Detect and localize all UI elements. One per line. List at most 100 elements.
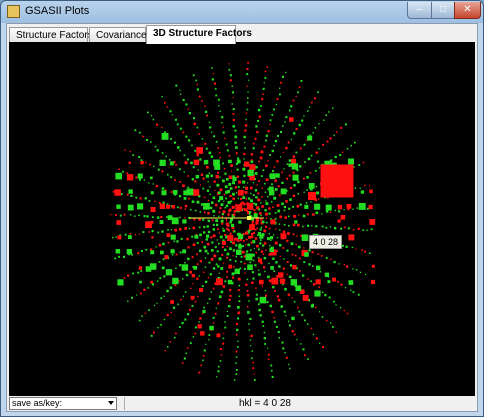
reflection-point — [292, 99, 295, 102]
reflection-point — [253, 247, 255, 250]
reflection-point — [293, 300, 296, 303]
save-as-key-combo[interactable]: save as/key: — [9, 397, 117, 410]
tab-covariance[interactable]: Covariance — [89, 27, 147, 43]
reflection-point — [152, 183, 154, 185]
reflection-point — [319, 271, 322, 273]
reflection-point — [257, 108, 261, 112]
reflection-point — [289, 117, 294, 122]
reflection-point — [222, 210, 226, 214]
reflection-point — [235, 350, 238, 353]
reflection-point — [199, 317, 202, 320]
reflection-point — [191, 235, 194, 238]
reflection-point — [224, 326, 227, 329]
reflection-point — [176, 240, 179, 243]
reflection-point — [194, 234, 199, 239]
reflection-point — [181, 264, 189, 271]
reflection-point — [269, 154, 271, 156]
reflection-point — [207, 302, 209, 304]
reflection-point — [300, 80, 303, 82]
reflection-point — [245, 238, 248, 241]
reflection-point — [238, 234, 244, 240]
reflection-point — [284, 121, 286, 123]
reflection-point — [243, 174, 246, 177]
reflection-point — [232, 229, 235, 232]
reflection-point — [250, 357, 253, 360]
reflection-point — [175, 163, 177, 166]
reflection-point — [128, 161, 131, 164]
reflection-point — [311, 101, 313, 104]
reflection-point — [219, 235, 223, 239]
reflection-point — [264, 289, 266, 292]
tab-3d-structure-factors[interactable]: 3D Structure Factors — [146, 25, 252, 44]
reflection-point — [228, 68, 231, 71]
reflection-point — [231, 272, 235, 276]
reflection-point — [290, 279, 297, 286]
reflection-point — [258, 273, 261, 276]
reflection-point — [212, 322, 215, 324]
app-icon — [7, 5, 20, 18]
reflection-point — [249, 317, 252, 320]
reflection-point — [260, 239, 262, 241]
reflection-point — [222, 179, 225, 183]
reflection-point — [279, 87, 281, 89]
reflection-point — [275, 228, 277, 230]
reflection-point — [335, 331, 337, 334]
reflection-point — [245, 186, 249, 190]
reflection-point — [254, 172, 258, 175]
reflection-point — [307, 358, 309, 361]
reflection-point — [274, 188, 278, 191]
reflection-point — [260, 105, 262, 107]
reflection-point — [315, 185, 318, 188]
reflection-point — [146, 215, 149, 218]
reflection-point — [288, 163, 292, 167]
maximize-button[interactable]: □ — [431, 2, 455, 19]
title-bar[interactable]: GSASII Plots – □ ✕ — [1, 1, 483, 23]
reflection-point — [255, 251, 258, 254]
reflection-point — [216, 183, 220, 187]
reflection-point — [164, 255, 169, 260]
reflection-point — [166, 204, 171, 209]
hkl-tooltip: 4 0 28 — [309, 235, 343, 249]
reflection-point — [188, 112, 191, 115]
reflection-point — [191, 304, 194, 307]
reflection-point — [212, 234, 216, 238]
reflection-point — [218, 257, 222, 261]
tab-structure-factors[interactable]: Structure Factors — [9, 27, 93, 43]
reflection-point — [202, 355, 205, 357]
reflection-point — [314, 169, 317, 172]
reflection-point — [287, 232, 290, 235]
reflection-point — [219, 188, 223, 192]
reflection-point — [218, 215, 220, 217]
reflection-point — [227, 200, 231, 205]
3d-structure-factor-plot[interactable]: 4 0 28 — [9, 42, 475, 397]
reflection-point — [268, 227, 271, 230]
reflection-point — [232, 213, 235, 215]
reflection-point — [244, 124, 248, 127]
reflection-point — [212, 196, 216, 200]
reflection-point — [217, 228, 219, 230]
reflection-point — [275, 173, 280, 178]
reflection-point — [137, 173, 143, 179]
chevron-down-icon[interactable] — [108, 401, 114, 405]
reflection-point — [271, 375, 274, 378]
reflection-point — [314, 203, 321, 210]
reflection-point — [179, 206, 182, 209]
reflection-point — [116, 220, 122, 225]
reflection-point — [237, 186, 240, 188]
reflection-point — [170, 249, 175, 254]
reflection-point — [252, 142, 255, 145]
reciprocal-lattice-canvas[interactable] — [9, 42, 475, 397]
reflection-point — [132, 272, 134, 275]
reflection-point — [234, 186, 237, 189]
reflection-point — [243, 268, 246, 270]
minimize-button[interactable]: – — [407, 2, 432, 19]
reflection-point — [123, 277, 126, 279]
close-button[interactable]: ✕ — [454, 2, 481, 19]
reflection-point — [268, 262, 270, 265]
reflection-point — [248, 213, 251, 216]
reflection-point — [307, 323, 309, 325]
reflection-point — [179, 89, 181, 91]
reflection-point — [211, 78, 214, 81]
reflection-point — [178, 168, 181, 171]
reflection-point — [259, 234, 264, 239]
